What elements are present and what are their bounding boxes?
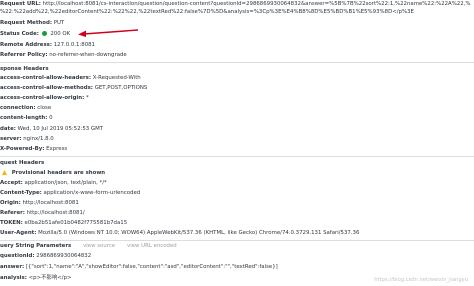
header-value: Wed, 10 Jul 2019 05:52:53 GMT bbox=[17, 126, 104, 132]
request-header-row: TOKEN: e0ba2b51afe01b0482f775581b7da15 bbox=[0, 220, 474, 227]
request-header-row: Accept: application/json, text/plain, */… bbox=[0, 180, 474, 187]
request-header-row: User-Agent: Mozilla/5.0 (Windows NT 10.0… bbox=[0, 230, 474, 237]
status-ok-dot-icon bbox=[41, 31, 47, 36]
header-value: X-Requested-With bbox=[92, 75, 141, 81]
header-key: TOKEN: bbox=[0, 220, 23, 226]
request-method-row: Request Method: PUT bbox=[0, 20, 474, 27]
response-header-row: server: nginx/1.8.0 bbox=[0, 136, 474, 143]
header-value: 0 bbox=[49, 115, 53, 121]
header-value: Express bbox=[46, 146, 68, 152]
response-headers-title[interactable]: sponse Headers bbox=[0, 65, 474, 73]
request-method-label: Request Method: bbox=[0, 20, 52, 26]
header-key: X-Powered-By: bbox=[0, 146, 45, 152]
header-key: Referer: bbox=[0, 210, 25, 216]
header-value: nginx/1.8.0 bbox=[23, 136, 54, 142]
divider bbox=[0, 240, 474, 241]
query-string-header: uery String Parameters view source view … bbox=[0, 242, 474, 250]
header-value: e0ba2b51afe01b0482f775581b7da15 bbox=[24, 220, 128, 226]
view-source-link[interactable]: view source bbox=[83, 243, 115, 249]
status-code-row: Status Code: 200 OK bbox=[0, 31, 474, 38]
param-key: answer: bbox=[0, 264, 25, 270]
header-value: application/json, text/plain, */* bbox=[24, 180, 107, 186]
request-headers-title[interactable]: quest Headers bbox=[0, 159, 474, 167]
warning-icon bbox=[2, 170, 7, 175]
header-value: GET,POST,OPTIONS bbox=[94, 85, 148, 91]
header-value: * bbox=[85, 95, 89, 101]
request-url-value: http://localhost:8081/cs-interaction/que… bbox=[42, 1, 471, 7]
referrer-policy-row: Referrer Policy: no-referrer-when-downgr… bbox=[0, 52, 474, 59]
header-key: server: bbox=[0, 136, 22, 142]
header-key: User-Agent: bbox=[0, 230, 37, 236]
query-param-row: answer: [{"sort":1,"name":"A","showEdito… bbox=[0, 264, 474, 271]
response-header-row: X-Powered-By: Express bbox=[0, 146, 474, 153]
param-value: 2986869930064832 bbox=[36, 253, 92, 259]
header-key: access-control-allow-methods: bbox=[0, 85, 93, 91]
response-header-row: access-control-allow-headers: X-Requeste… bbox=[0, 75, 474, 82]
header-value: close bbox=[37, 105, 52, 111]
remote-address-value: 127.0.0.1:8081 bbox=[53, 42, 95, 48]
header-key: date: bbox=[0, 126, 16, 132]
request-url-value-cont: %22:%22add%22,%22editorContent%22:%22%22… bbox=[0, 9, 414, 15]
red-arrow-annotation-icon bbox=[78, 29, 139, 37]
request-method-value: PUT bbox=[53, 20, 65, 26]
header-key: Origin: bbox=[0, 200, 21, 206]
referrer-policy-label: Referrer Policy: bbox=[0, 52, 48, 58]
provisional-warning-text: Provisional headers are shown bbox=[11, 170, 106, 176]
request-header-row: Origin: http://localhost:8081 bbox=[0, 200, 474, 207]
response-header-row: content-length: 0 bbox=[0, 115, 474, 122]
response-header-row: connection: close bbox=[0, 105, 474, 112]
remote-address-label: Remote Address: bbox=[0, 42, 53, 48]
status-code-value: 200 OK bbox=[50, 31, 71, 37]
request-url-continuation: %22:%22add%22,%22editorContent%22:%22%22… bbox=[0, 9, 474, 16]
remote-address-row: Remote Address: 127.0.0.1:8081 bbox=[0, 42, 474, 49]
request-header-row: Referer: http://localhost:8081/ bbox=[0, 210, 474, 217]
query-param-row: questionId: 2986869930064832 bbox=[0, 253, 474, 260]
divider bbox=[0, 62, 474, 63]
header-value: http://localhost:8081/ bbox=[26, 210, 85, 216]
header-key: Content-Type: bbox=[0, 190, 42, 196]
response-header-row: date: Wed, 10 Jul 2019 05:52:53 GMT bbox=[0, 126, 474, 133]
header-key: Accept: bbox=[0, 180, 23, 186]
referrer-policy-value: no-referrer-when-downgrade bbox=[49, 52, 127, 58]
header-value: Mozilla/5.0 (Windows NT 10.0; WOW64) App… bbox=[38, 230, 360, 236]
header-key: access-control-allow-headers: bbox=[0, 75, 92, 81]
request-url-label: Request URL: bbox=[0, 1, 41, 7]
response-header-row: access-control-allow-methods: GET,POST,O… bbox=[0, 85, 474, 92]
param-value: [{"sort":1,"name":"A","showEditor":false… bbox=[25, 264, 278, 270]
response-header-row: access-control-allow-origin: * bbox=[0, 95, 474, 102]
param-key: questionId: bbox=[0, 253, 35, 259]
request-header-row: Content-Type: application/x-www-form-url… bbox=[0, 190, 474, 197]
param-key: analysis: bbox=[0, 275, 27, 281]
divider bbox=[0, 156, 474, 157]
view-url-encoded-link[interactable]: view URL encoded bbox=[127, 243, 177, 249]
param-value: <p>不影响</p> bbox=[28, 275, 72, 281]
status-code-label: Status Code: bbox=[0, 31, 39, 37]
header-value: application/x-www-form-urlencoded bbox=[43, 190, 141, 196]
provisional-warning-row: Provisional headers are shown bbox=[0, 170, 474, 177]
header-key: access-control-allow-origin: bbox=[0, 95, 85, 101]
query-string-title[interactable]: uery String Parameters bbox=[0, 243, 71, 249]
header-key: content-length: bbox=[0, 115, 48, 121]
request-url-row: Request URL: http://localhost:8081/cs-in… bbox=[0, 1, 474, 8]
header-value: http://localhost:8081 bbox=[22, 200, 79, 206]
header-key: connection: bbox=[0, 105, 36, 111]
watermark: https://blog.csdn.net/weixin_jiangyu bbox=[374, 277, 468, 283]
